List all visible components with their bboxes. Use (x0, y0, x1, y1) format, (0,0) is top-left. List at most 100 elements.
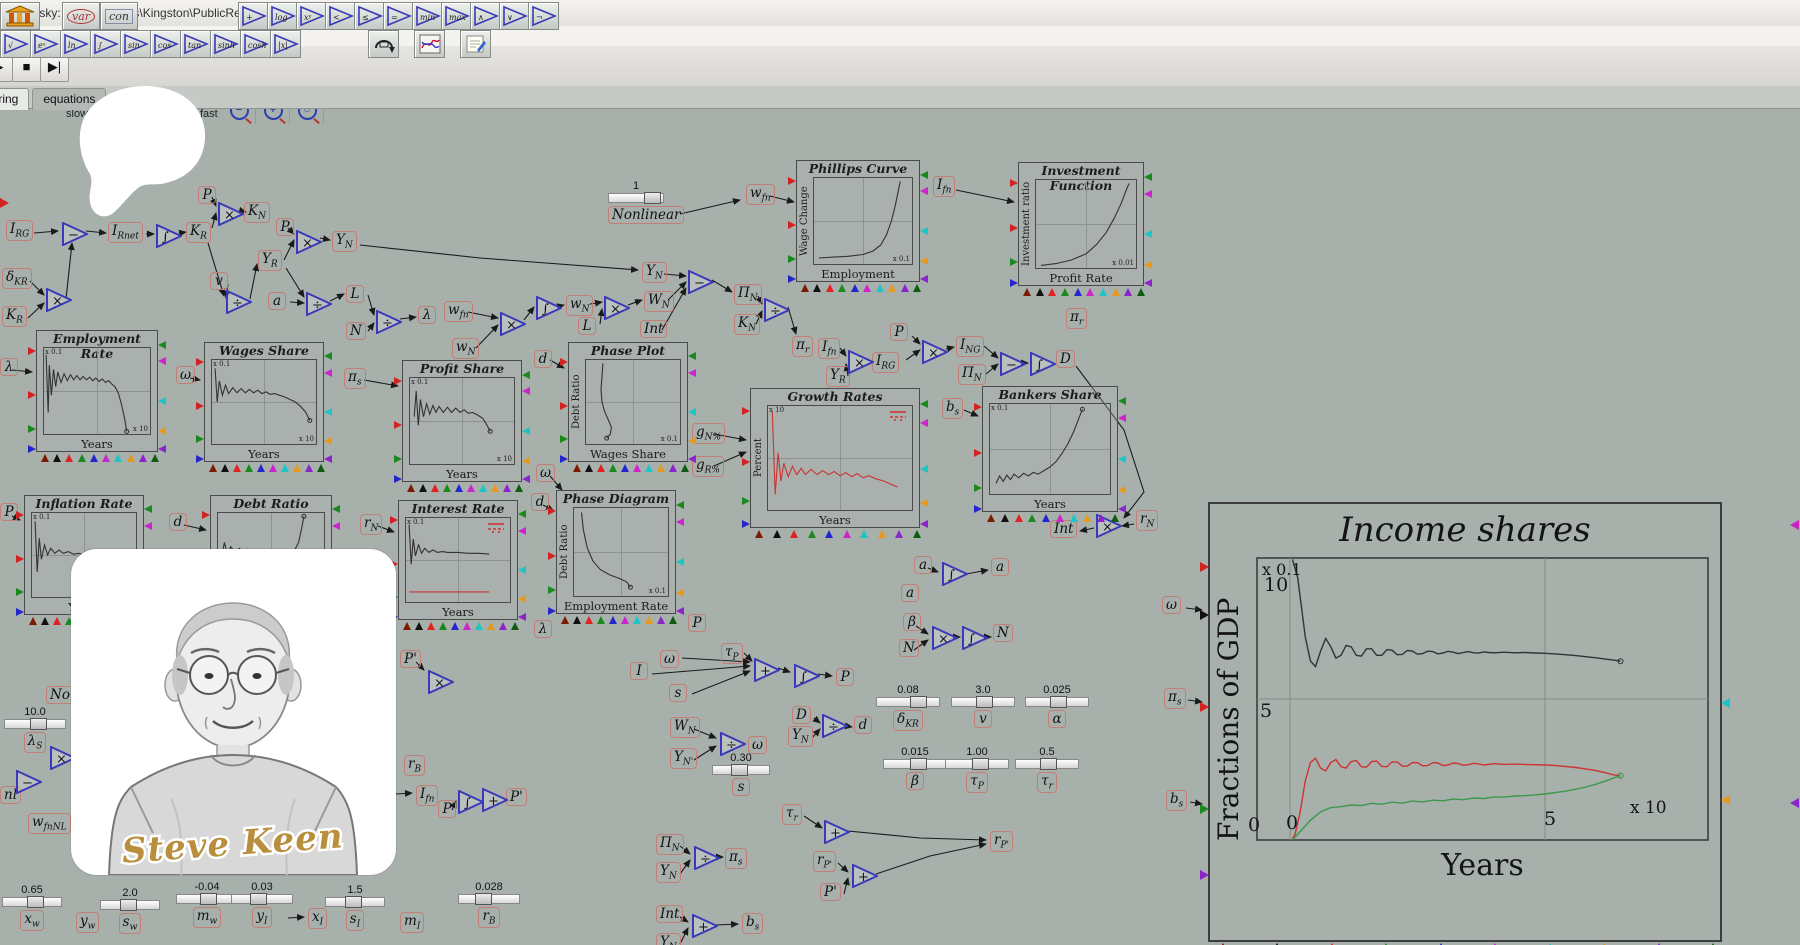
variable-m-i[interactable]: mI (400, 912, 424, 933)
variable-int[interactable]: Int (656, 905, 683, 923)
variable-w-fn[interactable]: wfn (444, 301, 473, 322)
variable-y-n[interactable]: YN (332, 231, 357, 252)
wire[interactable] (680, 928, 688, 944)
wire[interactable] (712, 280, 732, 292)
variable-x[interactable]: ω (536, 464, 555, 482)
wire[interactable] (818, 674, 832, 676)
slider-handle[interactable] (345, 896, 362, 908)
variable-p[interactable]: P' (820, 883, 841, 901)
variable-k-r[interactable]: KR (186, 222, 211, 243)
variable-y-n[interactable]: YN (642, 262, 667, 283)
variable-p[interactable]: P (836, 668, 854, 686)
wire[interactable] (284, 240, 294, 260)
operator-mul[interactable]: × (428, 670, 454, 694)
variable-int[interactable]: Int (1050, 520, 1077, 538)
wire[interactable] (956, 190, 1014, 202)
wire[interactable] (966, 570, 988, 574)
plot-employment[interactable]: Employment RateYearsx 0.1x 10 (36, 330, 158, 452)
variable-r-p[interactable]: rP' (990, 831, 1013, 852)
variable-x[interactable]: λ (0, 358, 18, 376)
wire[interactable] (364, 380, 398, 386)
slider-handle[interactable] (972, 758, 989, 770)
wire[interactable] (680, 200, 740, 214)
variable-w-fnnl[interactable]: wfnNL (28, 813, 71, 834)
variable-s[interactable]: s (732, 778, 750, 796)
variable-x[interactable]: ω (1162, 596, 1181, 614)
slider-groove[interactable] (1025, 697, 1089, 707)
slider-groove[interactable] (2, 897, 62, 907)
slider-handle[interactable] (30, 718, 47, 730)
variable-n[interactable]: N (899, 639, 919, 657)
plot-profit[interactable]: Profit ShareYearsx 0.1x 10 (402, 360, 522, 482)
plot-wages[interactable]: Wages ShareYearsx 0.1x 10 (204, 342, 324, 462)
variable-x[interactable]: α (1048, 710, 1066, 728)
variable-l[interactable]: L (578, 317, 596, 335)
variable-x[interactable]: ω (176, 366, 195, 384)
operator-add[interactable]: + (482, 788, 508, 812)
variable-s-i[interactable]: sI (346, 910, 365, 931)
plot-growth[interactable]: Growth RatesPercentYearsx 10 (750, 388, 920, 528)
variable-a[interactable]: a (268, 292, 286, 310)
variable-r-b[interactable]: rB (404, 755, 425, 776)
variable-g-n[interactable]: gN% (692, 423, 725, 444)
variable-y-n[interactable]: YN (656, 862, 681, 883)
operator-mul[interactable]: × (848, 350, 874, 374)
variable-y-i[interactable]: yI (252, 907, 271, 928)
variable-a[interactable]: a (914, 556, 932, 574)
variable-y-n[interactable]: YN (656, 933, 681, 945)
variable-n[interactable]: ΠN (958, 364, 986, 385)
operator-int[interactable]: ∫ (156, 224, 182, 248)
variable-k-n[interactable]: KN (734, 314, 760, 335)
variable-n[interactable]: ΠN (656, 834, 684, 855)
variable-p[interactable]: P (688, 614, 706, 632)
plot-interest[interactable]: Interest RateYearsx 0.1 (398, 500, 518, 620)
wire[interactable] (906, 350, 920, 360)
variable-int[interactable]: Int (640, 320, 667, 338)
variable-r-b[interactable]: rB (478, 907, 499, 928)
wire[interactable] (744, 653, 752, 661)
slider-handle[interactable] (976, 696, 993, 708)
operator-add[interactable]: + (692, 914, 718, 938)
slider-groove[interactable] (945, 759, 1009, 769)
wire[interactable] (396, 793, 412, 794)
operator-mul[interactable]: × (46, 288, 72, 312)
variable-r-n[interactable]: rN (360, 514, 382, 535)
variable-r-p[interactable]: rP' (813, 851, 836, 872)
variable-r[interactable]: τr (1037, 772, 1057, 793)
slider-groove[interactable] (876, 697, 940, 707)
variable-p[interactable]: P (276, 218, 294, 236)
wire[interactable] (840, 348, 846, 356)
operator-mul[interactable]: × (922, 340, 948, 364)
operator-mul[interactable]: × (218, 202, 244, 226)
wire[interactable] (184, 525, 206, 530)
variable-r-n[interactable]: rN (1136, 510, 1158, 531)
variable-i-fn[interactable]: Ifn (818, 338, 840, 359)
variable-b-s[interactable]: bs (742, 913, 763, 934)
wire[interactable] (680, 860, 690, 874)
variable-kr[interactable]: δKR (2, 268, 32, 289)
operator-int[interactable]: ∫ (458, 790, 484, 814)
wire[interactable] (628, 300, 642, 305)
wire[interactable] (986, 364, 998, 374)
operator-sub[interactable]: − (62, 222, 88, 246)
wire[interactable] (1122, 524, 1134, 526)
operator-mul[interactable]: × (296, 230, 322, 254)
slider-groove[interactable] (712, 765, 770, 775)
slider-handle[interactable] (27, 896, 44, 908)
operator-int[interactable]: ∫ (794, 664, 820, 688)
variable-s[interactable]: πs (1164, 688, 1186, 709)
variable-s-w[interactable]: sw (119, 913, 142, 934)
slider-groove[interactable] (325, 897, 385, 907)
wire[interactable] (286, 268, 304, 297)
variable-d[interactable]: D (1056, 350, 1075, 368)
wire[interactable] (804, 816, 822, 828)
variable-s[interactable]: πs (725, 848, 747, 869)
plot-investment[interactable]: Investment FunctionInvestment ratioProfi… (1018, 162, 1144, 286)
variable-g-r[interactable]: gR% (692, 456, 724, 477)
slider-groove[interactable] (1015, 759, 1079, 769)
wire[interactable] (716, 924, 738, 925)
slider-handle[interactable] (731, 764, 748, 776)
wire[interactable] (848, 831, 986, 840)
variable-i[interactable]: I (630, 662, 648, 680)
operator-div[interactable]: ÷ (822, 714, 848, 738)
